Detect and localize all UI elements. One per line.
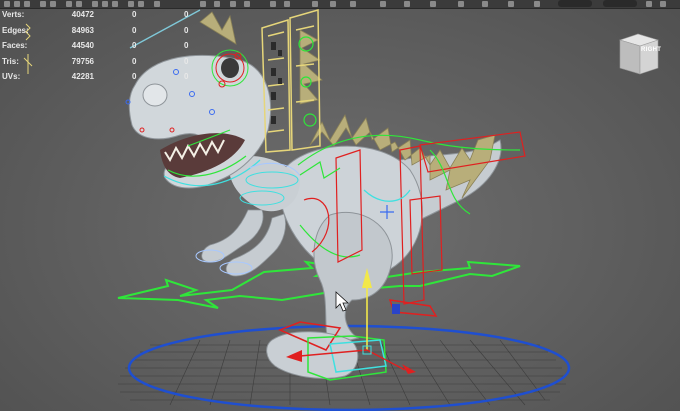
- hud-value: 44540: [71, 41, 94, 50]
- hud-value: 0: [184, 25, 189, 35]
- hud-label: Faces:: [2, 41, 28, 50]
- hud-row-verts: Verts: 40472 0 0: [2, 10, 202, 26]
- hud-value: 0: [184, 56, 189, 66]
- viewcube-face-label[interactable]: RIGHT: [641, 47, 661, 53]
- hud-value: 0: [132, 56, 137, 66]
- hud-value: 0: [184, 72, 189, 81]
- hud-value: 0: [132, 25, 137, 35]
- hud-label: Tris:: [2, 56, 19, 66]
- hud-value: 0: [132, 10, 137, 19]
- hud-value: 79756: [71, 56, 94, 66]
- hud-value: 0: [132, 41, 137, 50]
- hud-row-uvs: UVs: 42281 0 0: [2, 72, 202, 88]
- hud-label: Verts:: [2, 10, 25, 19]
- viewcube-icon[interactable]: [616, 32, 662, 76]
- 3d-viewport[interactable]: Verts: 40472 0 0 Edges: 84963 0 0 Faces:…: [0, 0, 680, 411]
- hud-value: 40472: [71, 10, 94, 19]
- hud-value: 42281: [71, 72, 94, 81]
- hud-row-tris: Tris: 79756 0 0: [2, 57, 202, 73]
- hud-row-faces: Faces: 44540 0 0: [2, 41, 202, 57]
- hud-value: 0: [184, 41, 189, 50]
- hud-row-edges: Edges: 84963 0 0: [2, 26, 202, 42]
- pivot-marker: [392, 304, 400, 314]
- hud-value: 0: [132, 72, 137, 81]
- poly-count-hud: Verts: 40472 0 0 Edges: 84963 0 0 Faces:…: [2, 10, 202, 88]
- hud-value: 84963: [71, 25, 94, 35]
- face-control-glyphs[interactable]: [271, 42, 282, 124]
- hud-label: UVs:: [2, 72, 21, 81]
- hud-value: 0: [184, 10, 189, 19]
- hud-label: Edges:: [2, 25, 29, 35]
